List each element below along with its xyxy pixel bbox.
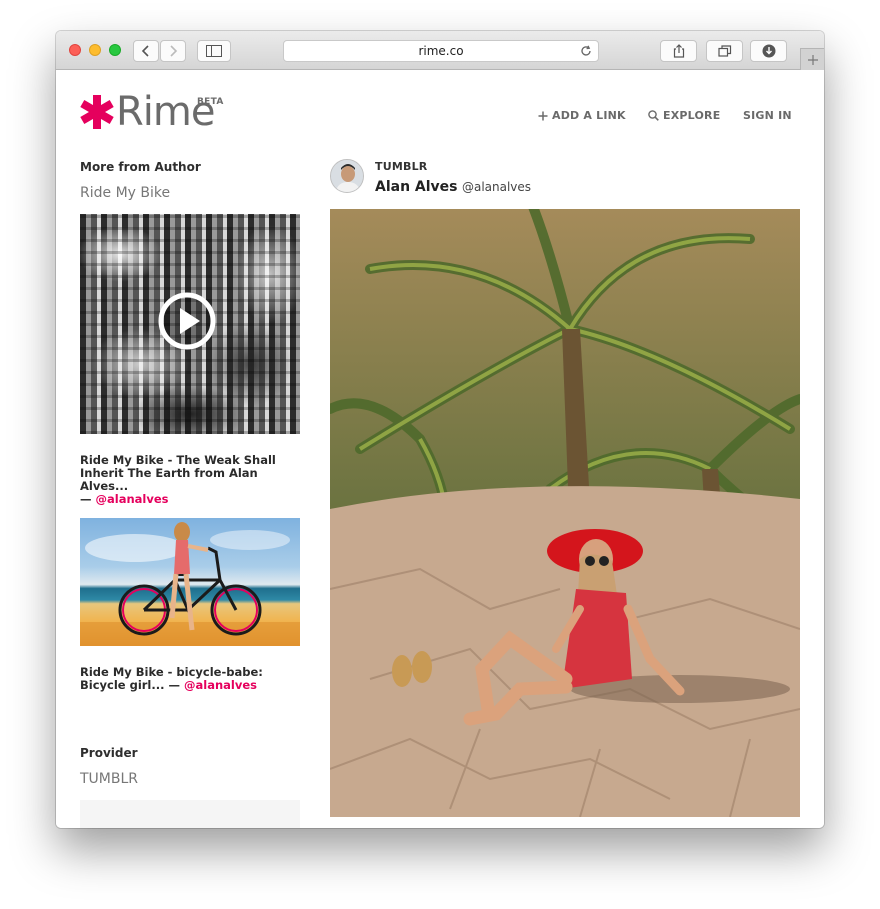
zoom-window-button[interactable] bbox=[109, 44, 121, 56]
downloads-button[interactable] bbox=[750, 40, 787, 62]
browser-window: rime.co Rime BETA ADD A LINK EXPLORE SIG… bbox=[56, 31, 824, 828]
palm-garden-photo bbox=[330, 209, 800, 817]
search-icon bbox=[648, 110, 659, 121]
sign-in-button[interactable]: SIGN IN bbox=[743, 109, 792, 122]
tabs-icon bbox=[717, 45, 731, 57]
explore-label: EXPLORE bbox=[663, 109, 721, 122]
reload-icon[interactable] bbox=[580, 45, 592, 57]
play-icon[interactable] bbox=[158, 292, 216, 350]
explore-button[interactable]: EXPLORE bbox=[648, 109, 720, 122]
url-text: rime.co bbox=[418, 44, 464, 58]
more-from-author-heading: More from Author bbox=[80, 160, 201, 174]
close-window-button[interactable] bbox=[69, 44, 81, 56]
new-tab-button[interactable] bbox=[800, 48, 824, 70]
sidebar-icon bbox=[206, 45, 222, 57]
web-page: Rime BETA ADD A LINK EXPLORE SIGN IN Mor… bbox=[56, 71, 824, 828]
add-link-button[interactable]: ADD A LINK bbox=[538, 109, 626, 122]
more-from-author-subheading: Ride My Bike bbox=[80, 185, 171, 201]
beta-badge: BETA bbox=[197, 97, 224, 107]
related-card-title[interactable]: Ride My Bike - bicycle-babe: Bicycle gir… bbox=[80, 666, 302, 692]
avatar-photo bbox=[331, 160, 363, 192]
video-thumbnail[interactable] bbox=[80, 214, 300, 434]
author-handle-link[interactable]: @alanalves bbox=[96, 492, 169, 506]
bicycle-photo bbox=[80, 522, 300, 646]
share-button[interactable] bbox=[660, 40, 697, 62]
image-thumbnail[interactable] bbox=[80, 518, 300, 646]
author-handle[interactable]: @alanalves bbox=[462, 180, 531, 194]
address-bar[interactable]: rime.co bbox=[283, 40, 599, 62]
add-link-label: ADD A LINK bbox=[552, 109, 626, 122]
author-handle-link[interactable]: @alanalves bbox=[184, 678, 257, 692]
post-photo[interactable] bbox=[330, 209, 800, 817]
minimize-window-button[interactable] bbox=[89, 44, 101, 56]
provider-name: TUMBLR bbox=[80, 771, 139, 787]
logo-text: Rime bbox=[116, 89, 215, 135]
author-avatar[interactable] bbox=[330, 159, 364, 193]
download-icon bbox=[762, 44, 775, 58]
chevron-right-icon bbox=[170, 45, 178, 57]
related-card-title[interactable]: Ride My Bike - The Weak Shall Inherit Th… bbox=[80, 454, 302, 506]
sign-in-label: SIGN IN bbox=[743, 109, 792, 122]
post-provider: TUMBLR bbox=[375, 160, 428, 173]
plus-icon bbox=[538, 111, 548, 120]
chevron-left-icon bbox=[141, 45, 149, 57]
browser-toolbar: rime.co bbox=[56, 31, 824, 70]
share-icon bbox=[673, 44, 684, 58]
provider-box bbox=[80, 800, 300, 828]
related-card-title-text: Ride My Bike - The Weak Shall Inherit Th… bbox=[80, 453, 276, 493]
provider-heading: Provider bbox=[80, 746, 138, 760]
post-author[interactable]: Alan Alves @alanalves bbox=[375, 179, 531, 195]
plus-icon bbox=[807, 54, 818, 65]
author-name[interactable]: Alan Alves bbox=[375, 179, 458, 195]
asterisk-logo-icon bbox=[80, 95, 114, 129]
forward-button[interactable] bbox=[160, 40, 186, 62]
back-button[interactable] bbox=[133, 40, 159, 62]
tabs-overview-button[interactable] bbox=[706, 40, 743, 62]
sidebar-toggle-button[interactable] bbox=[197, 40, 231, 62]
